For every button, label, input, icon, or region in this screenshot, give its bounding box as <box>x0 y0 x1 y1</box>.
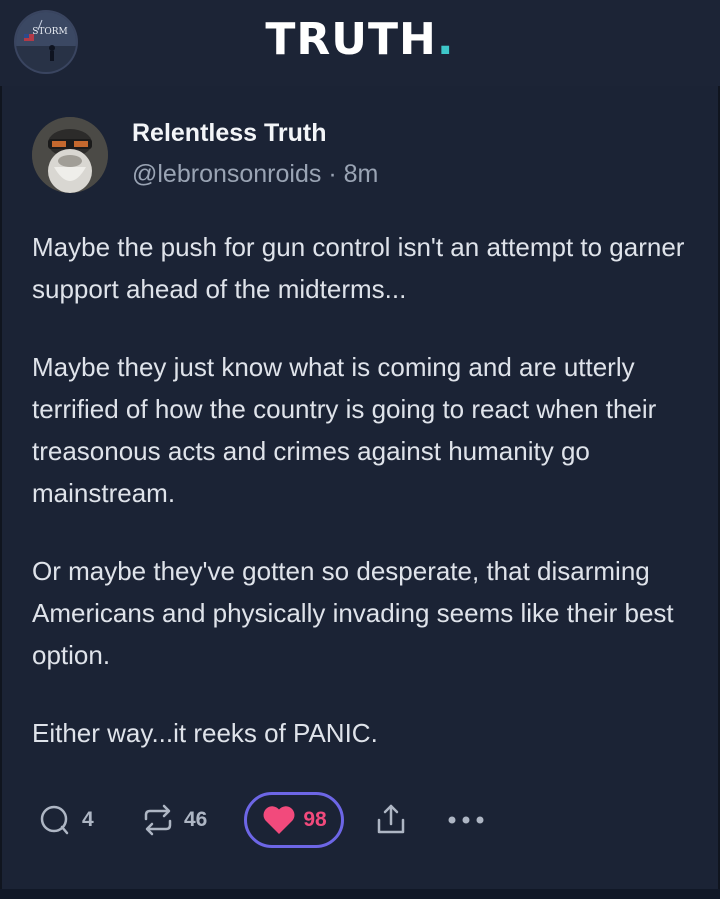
more-button[interactable] <box>444 790 488 850</box>
logo-dot: . <box>436 14 455 65</box>
share-icon <box>377 804 405 834</box>
bottom-edge <box>0 889 720 899</box>
post-paragraph: Maybe they just know what is coming and … <box>32 352 657 508</box>
meta-separator: · <box>328 160 337 188</box>
bearded-man-avatar-image <box>32 117 108 193</box>
author-name[interactable]: Relentless Truth <box>132 119 327 148</box>
like-button[interactable]: 98 <box>244 792 344 848</box>
post-paragraph: Maybe the push for gun control isn't an … <box>32 232 685 304</box>
more-icon <box>448 816 484 824</box>
post-timestamp[interactable]: 8m <box>344 160 379 188</box>
truth-logo[interactable]: TRUTH. <box>0 14 720 65</box>
author-meta: @lebronsonroids · 8m <box>132 160 378 189</box>
author-avatar[interactable] <box>32 117 108 193</box>
post-paragraph: Or maybe they've gotten so desperate, th… <box>32 556 674 670</box>
top-bar: STORM TRUTH. <box>0 0 720 86</box>
reply-button[interactable]: 4 <box>38 790 94 850</box>
logo-text: TRUTH <box>265 14 437 65</box>
share-button[interactable] <box>374 790 408 850</box>
heart-icon <box>263 806 295 834</box>
reply-count: 4 <box>82 808 94 831</box>
post-body: Maybe the push for gun control isn't an … <box>32 226 692 790</box>
repost-icon <box>144 804 172 836</box>
post-actions: 4 46 98 <box>0 790 720 850</box>
repost-count: 46 <box>184 808 208 831</box>
like-count: 98 <box>303 808 327 831</box>
author-handle[interactable]: @lebronsonroids <box>132 160 321 188</box>
reply-icon <box>40 805 69 835</box>
repost-button[interactable]: 46 <box>140 790 207 850</box>
post-paragraph: Either way...it reeks of PANIC. <box>32 718 378 748</box>
